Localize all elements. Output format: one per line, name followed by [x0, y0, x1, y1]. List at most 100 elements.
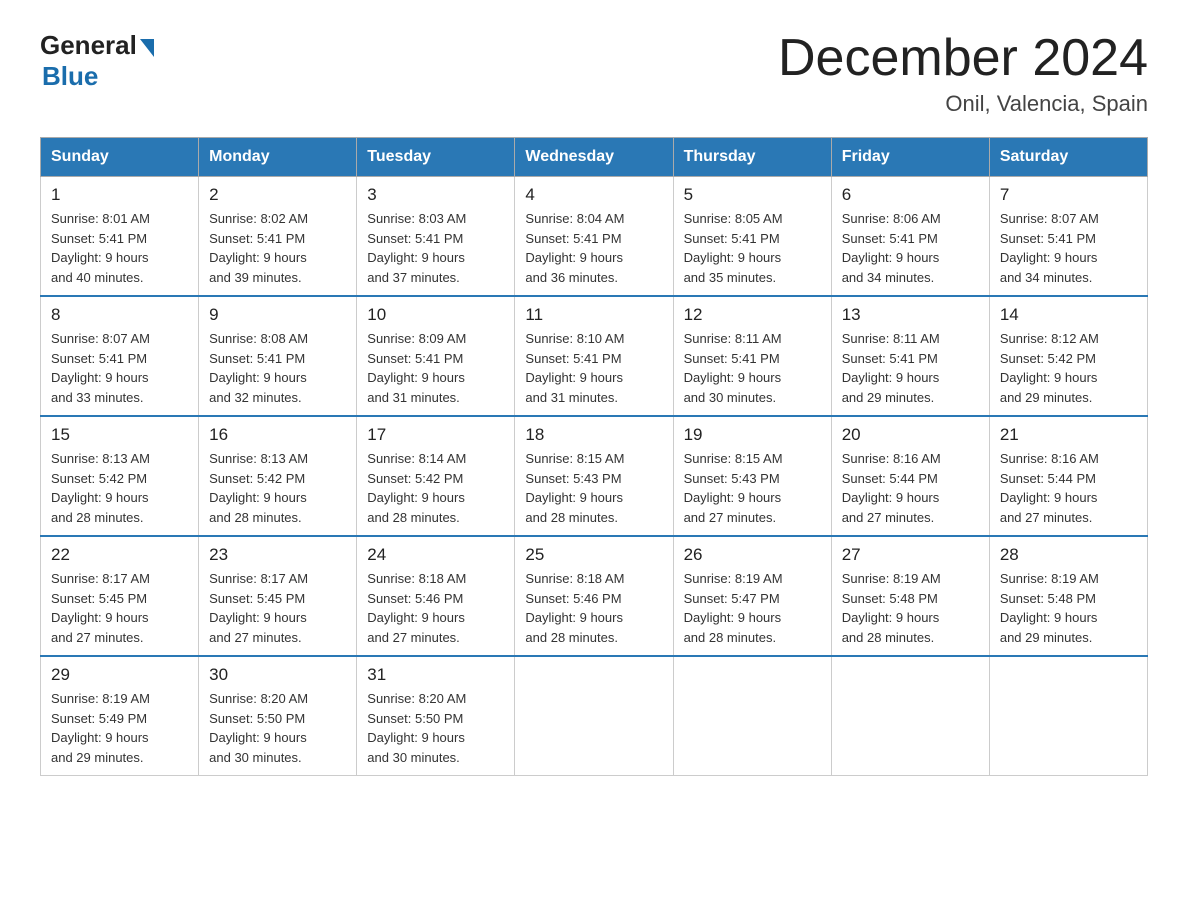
- table-row: 29 Sunrise: 8:19 AMSunset: 5:49 PMDayligh…: [41, 656, 199, 776]
- page-header: General Blue December 2024 Onil, Valenci…: [40, 30, 1148, 117]
- day-info: Sunrise: 8:19 AMSunset: 5:48 PMDaylight:…: [842, 569, 979, 647]
- day-number: 17: [367, 425, 504, 445]
- day-number: 4: [525, 185, 662, 205]
- table-row: 11 Sunrise: 8:10 AMSunset: 5:41 PMDayligh…: [515, 296, 673, 416]
- day-number: 15: [51, 425, 188, 445]
- table-row: 3Sunrise: 8:03 AMSunset: 5:41 PMDaylight…: [357, 177, 515, 297]
- logo-general-text: General: [40, 30, 137, 61]
- col-header-sunday: Sunday: [41, 138, 199, 177]
- day-info: Sunrise: 8:07 AMSunset: 5:41 PMDaylight:…: [51, 329, 188, 407]
- table-row: 28Sunrise: 8:19 AMSunset: 5:48 PMDayligh…: [989, 536, 1147, 656]
- day-number: 27: [842, 545, 979, 565]
- day-info: Sunrise: 8:13 AMSunset: 5:42 PMDaylight:…: [209, 449, 346, 527]
- table-row: 15 Sunrise: 8:13 AMSunset: 5:42 PMDayligh…: [41, 416, 199, 536]
- day-number: 11: [525, 305, 662, 325]
- calendar-title: December 2024: [778, 30, 1148, 87]
- day-number: 18: [525, 425, 662, 445]
- day-number: 25: [525, 545, 662, 565]
- calendar-table: Sunday Monday Tuesday Wednesday Thursday…: [40, 137, 1148, 776]
- day-info: Sunrise: 8:15 AMSunset: 5:43 PMDaylight:…: [684, 449, 821, 527]
- table-row: 17 Sunrise: 8:14 AMSunset: 5:42 PMDayligh…: [357, 416, 515, 536]
- col-header-saturday: Saturday: [989, 138, 1147, 177]
- table-row: 10 Sunrise: 8:09 AMSunset: 5:41 PMDayligh…: [357, 296, 515, 416]
- table-row: 6Sunrise: 8:06 AMSunset: 5:41 PMDaylight…: [831, 177, 989, 297]
- table-row: 4 Sunrise: 8:04 AMSunset: 5:41 PMDaylight…: [515, 177, 673, 297]
- day-info: Sunrise: 8:04 AMSunset: 5:41 PMDaylight:…: [525, 209, 662, 287]
- day-info: Sunrise: 8:11 AMSunset: 5:41 PMDaylight:…: [684, 329, 821, 407]
- table-row: 8 Sunrise: 8:07 AMSunset: 5:41 PMDaylight…: [41, 296, 199, 416]
- day-info: Sunrise: 8:05 AMSunset: 5:41 PMDaylight:…: [684, 209, 821, 287]
- table-row: 30 Sunrise: 8:20 AMSunset: 5:50 PMDayligh…: [199, 656, 357, 776]
- day-number: 28: [1000, 545, 1137, 565]
- table-row: 1Sunrise: 8:01 AMSunset: 5:41 PMDaylight…: [41, 177, 199, 297]
- day-info: Sunrise: 8:20 AMSunset: 5:50 PMDaylight:…: [209, 689, 346, 767]
- day-number: 9: [209, 305, 346, 325]
- day-info: Sunrise: 8:20 AMSunset: 5:50 PMDaylight:…: [367, 689, 504, 767]
- table-row: 23 Sunrise: 8:17 AMSunset: 5:45 PMDayligh…: [199, 536, 357, 656]
- table-row: 20 Sunrise: 8:16 AMSunset: 5:44 PMDayligh…: [831, 416, 989, 536]
- day-number: 30: [209, 665, 346, 685]
- day-number: 2: [209, 185, 346, 205]
- table-row: 14 Sunrise: 8:12 AMSunset: 5:42 PMDayligh…: [989, 296, 1147, 416]
- day-number: 13: [842, 305, 979, 325]
- day-number: 24: [367, 545, 504, 565]
- day-number: 7: [1000, 185, 1137, 205]
- day-info: Sunrise: 8:19 AMSunset: 5:49 PMDaylight:…: [51, 689, 188, 767]
- table-row: 12Sunrise: 8:11 AMSunset: 5:41 PMDayligh…: [673, 296, 831, 416]
- table-row: 19 Sunrise: 8:15 AMSunset: 5:43 PMDayligh…: [673, 416, 831, 536]
- day-number: 14: [1000, 305, 1137, 325]
- col-header-tuesday: Tuesday: [357, 138, 515, 177]
- table-row: [831, 656, 989, 776]
- day-info: Sunrise: 8:18 AMSunset: 5:46 PMDaylight:…: [525, 569, 662, 647]
- day-number: 8: [51, 305, 188, 325]
- table-row: 27 Sunrise: 8:19 AMSunset: 5:48 PMDayligh…: [831, 536, 989, 656]
- day-number: 19: [684, 425, 821, 445]
- day-info: Sunrise: 8:14 AMSunset: 5:42 PMDaylight:…: [367, 449, 504, 527]
- calendar-week-row: 22 Sunrise: 8:17 AMSunset: 5:45 PMDayligh…: [41, 536, 1148, 656]
- day-info: Sunrise: 8:07 AMSunset: 5:41 PMDaylight:…: [1000, 209, 1137, 287]
- day-info: Sunrise: 8:16 AMSunset: 5:44 PMDaylight:…: [842, 449, 979, 527]
- day-info: Sunrise: 8:19 AMSunset: 5:47 PMDaylight:…: [684, 569, 821, 647]
- col-header-wednesday: Wednesday: [515, 138, 673, 177]
- table-row: 25 Sunrise: 8:18 AMSunset: 5:46 PMDayligh…: [515, 536, 673, 656]
- day-number: 31: [367, 665, 504, 685]
- day-info: Sunrise: 8:02 AMSunset: 5:41 PMDaylight:…: [209, 209, 346, 287]
- table-row: 22 Sunrise: 8:17 AMSunset: 5:45 PMDayligh…: [41, 536, 199, 656]
- day-info: Sunrise: 8:08 AMSunset: 5:41 PMDaylight:…: [209, 329, 346, 407]
- day-info: Sunrise: 8:16 AMSunset: 5:44 PMDaylight:…: [1000, 449, 1137, 527]
- table-row: 5 Sunrise: 8:05 AMSunset: 5:41 PMDaylight…: [673, 177, 831, 297]
- calendar-subtitle: Onil, Valencia, Spain: [778, 91, 1148, 117]
- table-row: 31 Sunrise: 8:20 AMSunset: 5:50 PMDayligh…: [357, 656, 515, 776]
- table-row: 13Sunrise: 8:11 AMSunset: 5:41 PMDayligh…: [831, 296, 989, 416]
- day-number: 23: [209, 545, 346, 565]
- day-info: Sunrise: 8:12 AMSunset: 5:42 PMDaylight:…: [1000, 329, 1137, 407]
- day-number: 22: [51, 545, 188, 565]
- table-row: [673, 656, 831, 776]
- calendar-week-row: 1Sunrise: 8:01 AMSunset: 5:41 PMDaylight…: [41, 177, 1148, 297]
- table-row: 24 Sunrise: 8:18 AMSunset: 5:46 PMDayligh…: [357, 536, 515, 656]
- logo-blue-text: Blue: [42, 61, 98, 92]
- day-info: Sunrise: 8:09 AMSunset: 5:41 PMDaylight:…: [367, 329, 504, 407]
- calendar-week-row: 15 Sunrise: 8:13 AMSunset: 5:42 PMDayligh…: [41, 416, 1148, 536]
- day-number: 10: [367, 305, 504, 325]
- day-info: Sunrise: 8:13 AMSunset: 5:42 PMDaylight:…: [51, 449, 188, 527]
- table-row: 26 Sunrise: 8:19 AMSunset: 5:47 PMDayligh…: [673, 536, 831, 656]
- day-number: 26: [684, 545, 821, 565]
- table-row: [989, 656, 1147, 776]
- day-info: Sunrise: 8:10 AMSunset: 5:41 PMDaylight:…: [525, 329, 662, 407]
- table-row: 18 Sunrise: 8:15 AMSunset: 5:43 PMDayligh…: [515, 416, 673, 536]
- table-row: [515, 656, 673, 776]
- day-info: Sunrise: 8:17 AMSunset: 5:45 PMDaylight:…: [209, 569, 346, 647]
- day-info: Sunrise: 8:01 AMSunset: 5:41 PMDaylight:…: [51, 209, 188, 287]
- day-number: 6: [842, 185, 979, 205]
- day-number: 5: [684, 185, 821, 205]
- day-number: 29: [51, 665, 188, 685]
- logo-arrow-icon: [140, 39, 154, 57]
- day-number: 21: [1000, 425, 1137, 445]
- day-info: Sunrise: 8:18 AMSunset: 5:46 PMDaylight:…: [367, 569, 504, 647]
- calendar-header-row: Sunday Monday Tuesday Wednesday Thursday…: [41, 138, 1148, 177]
- day-info: Sunrise: 8:03 AMSunset: 5:41 PMDaylight:…: [367, 209, 504, 287]
- day-info: Sunrise: 8:17 AMSunset: 5:45 PMDaylight:…: [51, 569, 188, 647]
- day-info: Sunrise: 8:15 AMSunset: 5:43 PMDaylight:…: [525, 449, 662, 527]
- day-number: 20: [842, 425, 979, 445]
